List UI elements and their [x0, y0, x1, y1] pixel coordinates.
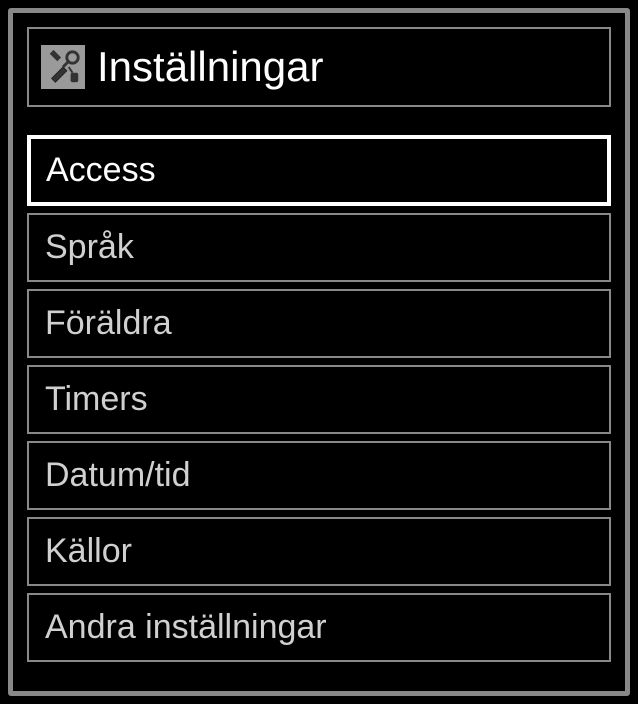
page-title: Inställningar [97, 43, 323, 91]
menu-item-other-settings[interactable]: Andra inställningar [27, 593, 611, 662]
menu-item-label: Access [46, 151, 156, 189]
menu-item-timers[interactable]: Timers [27, 365, 611, 434]
menu-item-sources[interactable]: Källor [27, 517, 611, 586]
menu-item-label: Andra inställningar [45, 608, 327, 646]
settings-header: Inställningar [27, 27, 611, 107]
menu-item-language[interactable]: Språk [27, 213, 611, 282]
menu-item-label: Timers [45, 380, 148, 418]
menu-item-label: Datum/tid [45, 456, 191, 494]
menu-item-label: Språk [45, 228, 134, 266]
menu-item-label: Källor [45, 532, 132, 570]
menu-item-datetime[interactable]: Datum/tid [27, 441, 611, 510]
settings-tools-icon [41, 45, 85, 89]
settings-menu: Access Språk Föräldra Timers Datum/tid K… [27, 135, 611, 662]
menu-item-access[interactable]: Access [27, 135, 611, 206]
menu-item-parental[interactable]: Föräldra [27, 289, 611, 358]
settings-window: Inställningar Access Språk Föräldra Time… [8, 8, 630, 696]
menu-item-label: Föräldra [45, 304, 172, 342]
